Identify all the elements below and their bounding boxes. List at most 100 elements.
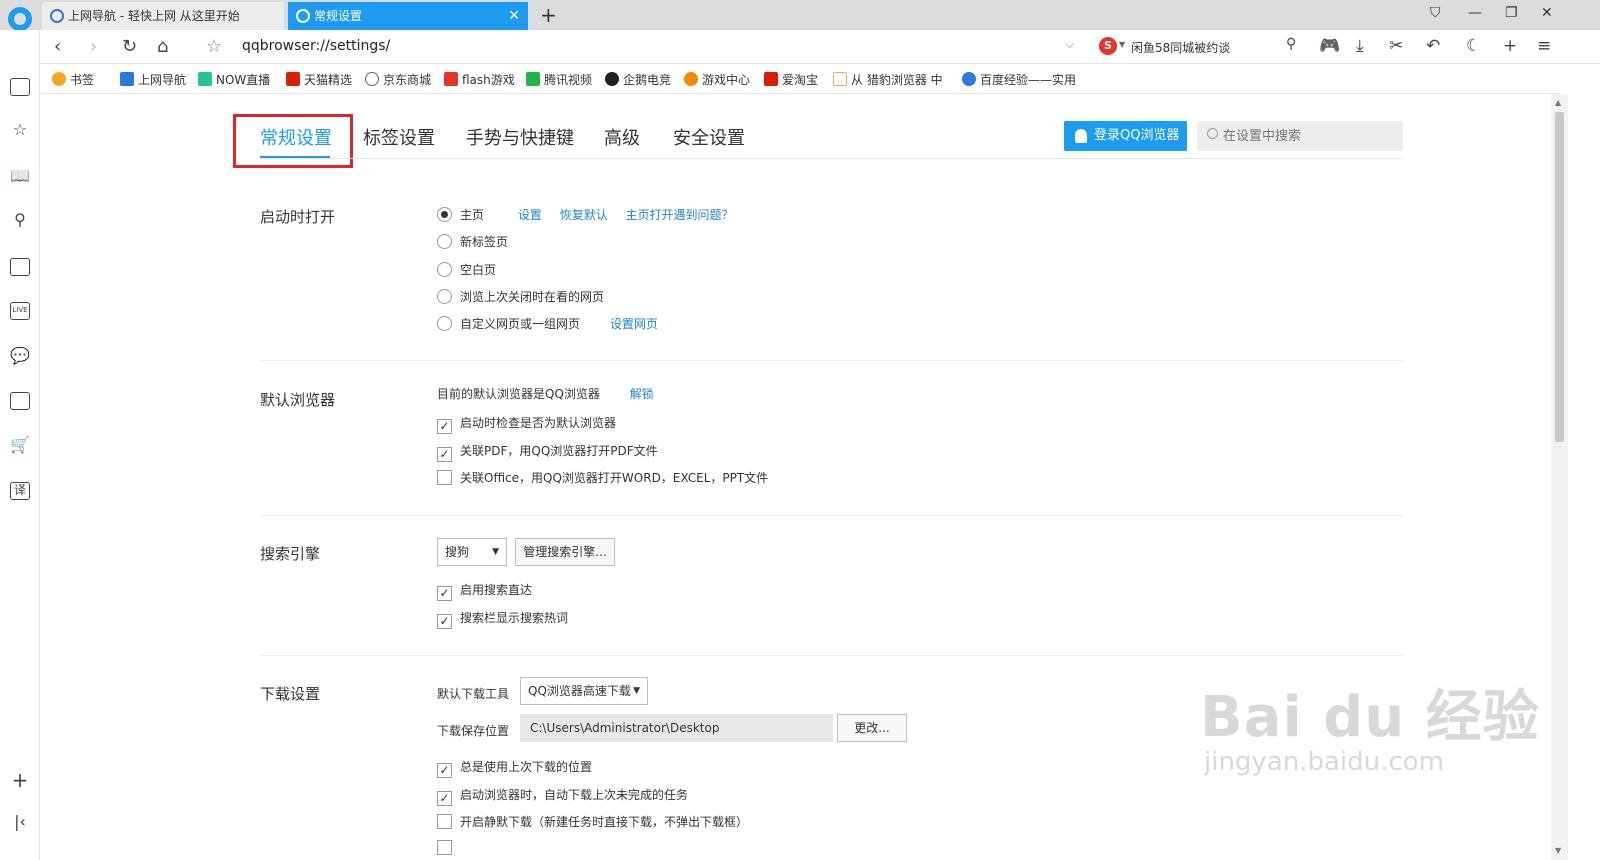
bookmark-folder[interactable]: 从 猎豹浏览器 中 [833,71,943,88]
checkbox[interactable]: ✓ [437,791,452,806]
checkbox[interactable] [437,470,452,485]
close-tab-icon[interactable]: ✕ [508,2,520,30]
sogou-search-icon[interactable]: S [1099,37,1117,55]
radio-button[interactable] [437,262,452,277]
login-button[interactable]: 登录QQ浏览器 [1064,121,1187,151]
radio-button[interactable] [437,316,452,331]
silent-download-option[interactable]: 开启静默下载（新建任务时直接下载，不弹出下载框） [437,813,748,830]
radio-button[interactable] [437,207,452,222]
tab-security-settings[interactable]: 安全设置 [673,124,745,150]
startup-option-homepage[interactable]: 主页 设置 恢复默认 主页打开遇到问题？ [437,206,734,223]
menu-icon[interactable]: ≡ [1537,36,1551,56]
translate-icon[interactable]: 译 [10,482,30,500]
startup-option-last-session[interactable]: 浏览上次关闭时在看的网页 [437,288,604,305]
bookmark-folder[interactable]: 书签 [52,71,94,88]
minimize-button[interactable]: — [1468,5,1482,21]
checkbox[interactable]: ✓ [437,763,452,778]
settings-search-input[interactable] [1197,121,1403,151]
restore-button[interactable]: ❐ [1505,5,1518,21]
url-dropdown-icon[interactable]: ⌵ [1065,37,1074,52]
restore-default-link[interactable]: 恢复默认 [560,208,608,222]
set-pages-link[interactable]: 设置网页 [610,317,658,331]
url-field[interactable]: qqbrowser://settings/ [242,38,390,54]
scroll-down-icon[interactable]: ▼ [1555,846,1561,855]
shopping-cart-icon[interactable]: 🛒 [10,435,30,454]
refresh-icon[interactable]: ↻ [122,36,137,57]
search-hint[interactable]: 闲鱼58同城被约谈 [1131,39,1230,56]
bookmark-item[interactable]: 天猫精选 [286,71,352,88]
download-path-field[interactable] [520,714,833,742]
checkbox[interactable] [437,840,452,855]
bookmark-item[interactable]: 百度经验——实用 [962,71,1076,88]
bookmark-item[interactable]: flash游戏 [444,71,515,88]
video-icon[interactable] [10,258,30,276]
scissors-icon[interactable]: ✂ [1389,36,1403,56]
search-direct-option[interactable]: ✓ 启用搜索直达 [437,581,532,601]
checkbox[interactable]: ✓ [437,586,452,601]
add-icon[interactable]: + [1503,36,1517,56]
close-window-button[interactable]: ✕ [1541,5,1553,21]
bookmark-item[interactable]: 企鹅电竞 [605,71,671,88]
search-engine-select[interactable]: 搜狗 ▼ [437,538,507,566]
forward-icon[interactable]: › [90,36,97,57]
radio-button[interactable] [437,234,452,249]
scroll-up-icon[interactable]: ▲ [1555,98,1561,107]
manage-search-engines-button[interactable]: 管理搜索引擎... [515,538,615,566]
check-default-browser-option[interactable]: ✓ 启动时检查是否为默认浏览器 [437,414,616,434]
back-icon[interactable]: ‹ [54,36,61,57]
chat-bubble-icon[interactable]: 💬 [10,346,30,365]
search-hotwords-option[interactable]: ✓ 搜索栏显示搜索热词 [437,609,568,629]
unlock-link[interactable]: 解锁 [630,387,654,401]
change-path-button[interactable]: 更改... [837,714,907,742]
tab-label-settings[interactable]: 标签设置 [363,124,435,150]
checkbox[interactable]: ✓ [437,614,452,629]
associate-office-option[interactable]: 关联Office，用QQ浏览器打开WORD，EXCEL，PPT文件 [437,469,768,486]
bookmark-item[interactable]: 腾讯视频 [526,71,592,88]
search-icon[interactable]: ⚲ [1286,36,1296,52]
shirt-skin-icon[interactable]: ⛉ [1430,5,1441,21]
use-last-location-option[interactable]: ✓ 总是使用上次下载的位置 [437,758,592,778]
news-icon[interactable] [10,78,30,96]
tab-general-settings[interactable]: 常规设置 [260,124,332,150]
chevron-down-icon[interactable]: ▼ [1119,40,1125,49]
scroll-thumb[interactable] [1555,112,1564,442]
new-tab-button[interactable]: + [540,3,557,27]
qq-browser-logo-icon[interactable] [8,7,32,31]
add-icon[interactable]: + [10,768,30,792]
briefcase-icon[interactable] [10,392,30,410]
bookmark-item[interactable]: 上网导航 [120,71,186,88]
download-icon[interactable]: ⤓ [1356,36,1364,56]
resume-downloads-option[interactable]: ✓ 启动浏览器时，自动下载上次未完成的任务 [437,786,688,806]
search-icon[interactable]: ⚲ [10,210,30,229]
collapse-sidebar-icon[interactable]: |‹ [10,812,30,831]
partial-checkbox-row[interactable] [437,840,460,855]
game-controller-icon[interactable]: 🎮 [1319,36,1340,56]
favorite-star-icon[interactable]: ☆ [206,36,222,57]
checkbox[interactable]: ✓ [437,447,452,462]
download-tool-select[interactable]: QQ浏览器高速下载 ▼ [520,677,648,705]
checkbox[interactable] [437,814,452,829]
tab-settings[interactable]: 常规设置 ✕ [288,2,528,30]
live-icon[interactable]: LIVE [10,302,30,320]
associate-pdf-option[interactable]: ✓ 关联PDF，用QQ浏览器打开PDF文件 [437,442,658,462]
bookmark-item[interactable]: 京东商城 [365,71,431,88]
tab-gesture-shortcuts[interactable]: 手势与快捷键 [466,124,574,150]
home-icon[interactable]: ⌂ [157,36,168,57]
homepage-problem-link[interactable]: 主页打开遇到问题？ [626,208,734,222]
night-mode-icon[interactable]: ☾ [1466,36,1481,56]
bookmark-item[interactable]: 爱淘宝 [764,71,818,88]
startup-option-new-tab[interactable]: 新标签页 [437,233,508,250]
book-icon[interactable]: 📖 [10,166,30,185]
radio-button[interactable] [437,289,452,304]
bookmark-item[interactable]: 游戏中心 [684,71,750,88]
star-icon[interactable]: ☆ [10,120,30,139]
set-homepage-link[interactable]: 设置 [518,208,542,222]
startup-option-blank[interactable]: 空白页 [437,261,496,278]
undo-icon[interactable]: ↶ [1426,36,1440,56]
bookmark-item[interactable]: NOW直播 [198,71,270,88]
tab-advanced[interactable]: 高级 [604,124,640,150]
startup-option-custom[interactable]: 自定义网页或一组网页 设置网页 [437,315,658,332]
vertical-scrollbar[interactable]: ▲ ▼ [1551,94,1568,860]
tab-navigation[interactable]: 上网导航 - 轻快上网 从这里开始 [42,2,284,30]
checkbox[interactable]: ✓ [437,419,452,434]
